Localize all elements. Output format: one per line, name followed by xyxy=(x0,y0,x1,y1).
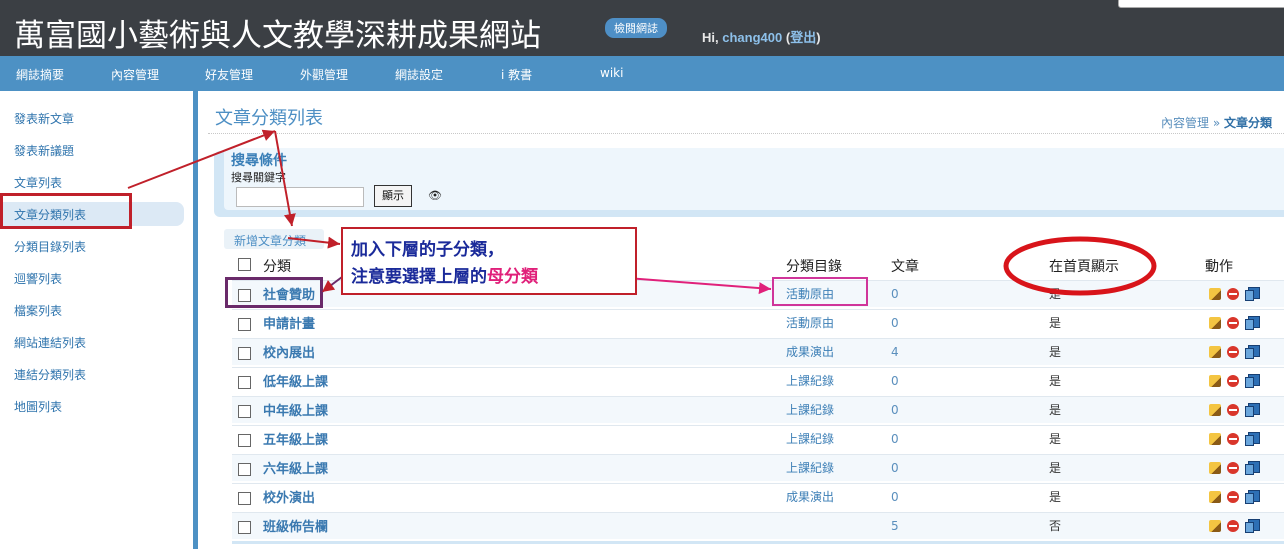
annotation-ellipse-show-home xyxy=(1003,236,1157,296)
arrow-callout-to-category xyxy=(321,276,343,293)
callout-line-2-text: 注意要選擇上層的 xyxy=(351,267,487,287)
callout-emphasis: 母分類 xyxy=(487,267,538,287)
annotation-callout: 加入下層的子分類， 注意要選擇上層的母分類 xyxy=(341,227,637,295)
callout-line-2: 注意要選擇上層的母分類 xyxy=(351,262,538,287)
arrow-sidebar-to-title xyxy=(127,129,276,189)
arrow-title-to-new xyxy=(274,130,296,227)
arrow-to-callout xyxy=(287,236,341,249)
callout-line-1: 加入下層的子分類， xyxy=(351,240,504,260)
annotation-overlay xyxy=(127,129,1157,296)
arrow-callout-to-directory xyxy=(625,277,772,295)
